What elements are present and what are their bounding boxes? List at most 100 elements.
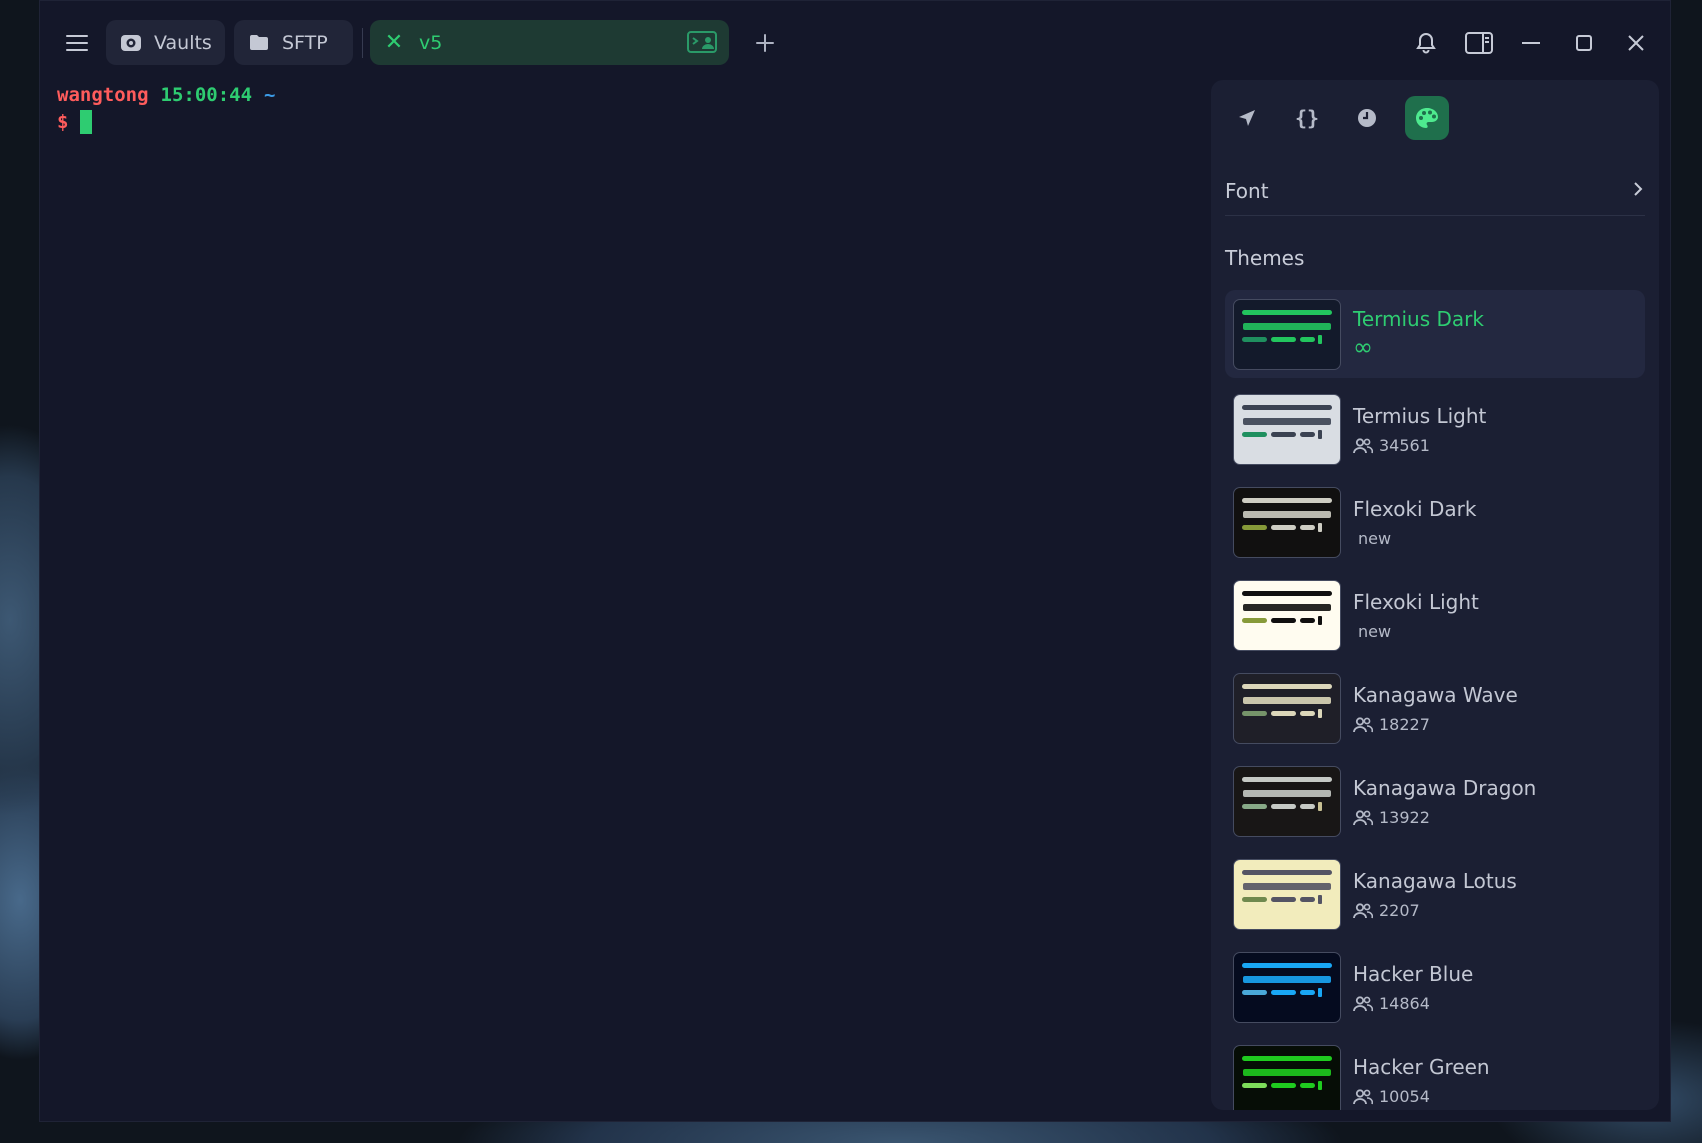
theme-item[interactable]: Hacker Blue 14864 — [1225, 941, 1645, 1034]
prompt-symbol: $ — [57, 110, 69, 133]
theme-preview-thumbnail — [1233, 952, 1341, 1023]
panel-tab-themes[interactable] — [1405, 96, 1449, 140]
vault-icon — [118, 32, 144, 54]
theme-meta: 18227 — [1353, 715, 1518, 734]
users-icon — [1353, 437, 1373, 454]
title-bar: Vaults SFTP ✕ v5 — [40, 1, 1670, 83]
theme-meta: 10054 — [1353, 1087, 1490, 1106]
palette-icon — [1416, 108, 1438, 128]
theme-name: Kanagawa Lotus — [1353, 869, 1517, 893]
bell-icon — [1416, 32, 1436, 54]
theme-info: Flexoki Dark new — [1353, 497, 1476, 548]
theme-name: Hacker Blue — [1353, 962, 1474, 986]
theme-item[interactable]: Termius Dark ∞ — [1225, 290, 1645, 378]
theme-info: Hacker Blue 14864 — [1353, 962, 1473, 1013]
theme-info: Kanagawa Dragon 13922 — [1353, 776, 1536, 827]
theme-meta: 34561 — [1353, 436, 1486, 455]
theme-meta-value: 10054 — [1379, 1087, 1430, 1106]
tab-sftp[interactable]: SFTP — [234, 20, 353, 65]
theme-meta: 2207 — [1353, 901, 1517, 920]
users-icon — [1353, 1088, 1373, 1105]
panel-tab-history[interactable] — [1345, 96, 1389, 140]
clock-icon — [1358, 109, 1376, 127]
appearance-panel: {} Font Themes Termius Dark ∞ Termius Ligh… — [1211, 80, 1659, 1110]
users-icon — [1353, 902, 1373, 919]
theme-meta: ∞ — [1353, 333, 1484, 361]
theme-item[interactable]: Flexoki Light new — [1225, 569, 1645, 662]
theme-meta-value: 34561 — [1379, 436, 1430, 455]
menu-icon — [66, 35, 88, 51]
theme-info: Hacker Green 10054 — [1353, 1055, 1490, 1106]
theme-item[interactable]: Hacker Green 10054 — [1225, 1034, 1645, 1110]
theme-item[interactable]: Termius Light 34561 — [1225, 383, 1645, 476]
new-tab-button[interactable] — [745, 23, 785, 63]
theme-meta-value: 18227 — [1379, 715, 1430, 734]
tab-sftp-label: SFTP — [282, 31, 328, 54]
hamburger-menu-button[interactable] — [59, 23, 95, 63]
tab-divider — [362, 28, 363, 58]
braces-icon: {} — [1294, 106, 1320, 130]
font-settings-row[interactable]: Font — [1225, 172, 1645, 216]
close-window-button[interactable] — [1616, 23, 1656, 63]
prompt-path: ~ — [264, 83, 276, 106]
tab-terminal-v5[interactable]: ✕ v5 — [370, 20, 729, 65]
rocket-icon — [1239, 110, 1255, 126]
tab-terminal-label: v5 — [419, 31, 443, 54]
prompt-time: 15:00:44 — [160, 83, 253, 106]
theme-preview-thumbnail — [1233, 673, 1341, 744]
theme-info: Termius Dark ∞ — [1353, 307, 1484, 361]
theme-name: Termius Dark — [1353, 307, 1484, 331]
toggle-sidebar-button[interactable] — [1459, 23, 1499, 63]
theme-info: Flexoki Light new — [1353, 590, 1479, 641]
theme-info: Kanagawa Wave 18227 — [1353, 683, 1518, 734]
theme-name: Kanagawa Dragon — [1353, 776, 1537, 800]
theme-name: Flexoki Light — [1353, 590, 1479, 614]
prompt-input-line[interactable]: $ — [57, 108, 1237, 135]
theme-meta: new — [1353, 529, 1476, 548]
folder-icon — [246, 32, 272, 54]
maximize-button[interactable] — [1564, 23, 1604, 63]
panel-tab-snippets-launch[interactable] — [1225, 96, 1269, 140]
close-icon — [1628, 35, 1644, 51]
theme-meta-value: new — [1358, 529, 1392, 548]
panel-tab-code[interactable]: {} — [1285, 96, 1329, 140]
tab-vaults[interactable]: Vaults — [106, 20, 225, 65]
theme-item[interactable]: Kanagawa Lotus 2207 — [1225, 848, 1645, 941]
plus-icon — [756, 34, 774, 52]
theme-info: Kanagawa Lotus 2207 — [1353, 869, 1517, 920]
theme-name: Termius Light — [1353, 404, 1487, 428]
prompt-info-line: wangtong 15:00:44 ~ — [57, 81, 1237, 108]
users-icon — [1353, 716, 1373, 733]
themes-heading: Themes — [1225, 246, 1305, 270]
prompt-user: wangtong — [57, 83, 149, 106]
terminal-cursor — [80, 109, 93, 134]
close-tab-icon[interactable]: ✕ — [381, 30, 407, 55]
theme-meta-value: 13922 — [1379, 808, 1430, 827]
theme-preview-thumbnail — [1233, 766, 1341, 837]
minimize-button[interactable] — [1511, 23, 1551, 63]
theme-item[interactable]: Flexoki Dark new — [1225, 476, 1645, 569]
theme-preview-thumbnail — [1233, 859, 1341, 930]
infinity-icon: ∞ — [1353, 333, 1373, 361]
theme-preview-thumbnail — [1233, 487, 1341, 558]
theme-preview-thumbnail — [1233, 298, 1341, 370]
users-icon — [1353, 995, 1373, 1012]
theme-info: Termius Light 34561 — [1353, 404, 1486, 455]
theme-name: Flexoki Dark — [1353, 497, 1477, 521]
minimize-icon — [1522, 42, 1540, 44]
theme-item[interactable]: Kanagawa Wave 18227 — [1225, 662, 1645, 755]
termius-window: Vaults SFTP ✕ v5 wangtong 15:00:44 ~ $ {… — [39, 0, 1671, 1122]
font-label: Font — [1225, 178, 1269, 203]
users-icon — [1353, 809, 1373, 826]
tab-vaults-label: Vaults — [154, 31, 212, 54]
terminal-session-icon[interactable] — [687, 31, 717, 58]
theme-item[interactable]: Kanagawa Dragon 13922 — [1225, 755, 1645, 848]
terminal-output[interactable]: wangtong 15:00:44 ~ $ — [57, 81, 1237, 1101]
theme-preview-thumbnail — [1233, 1045, 1341, 1110]
chevron-right-icon — [1633, 178, 1643, 203]
theme-name: Hacker Green — [1353, 1055, 1490, 1079]
theme-meta-value: new — [1358, 622, 1392, 641]
theme-meta-value: 14864 — [1379, 994, 1430, 1013]
notifications-button[interactable] — [1406, 23, 1446, 63]
theme-meta-value: 2207 — [1379, 901, 1420, 920]
